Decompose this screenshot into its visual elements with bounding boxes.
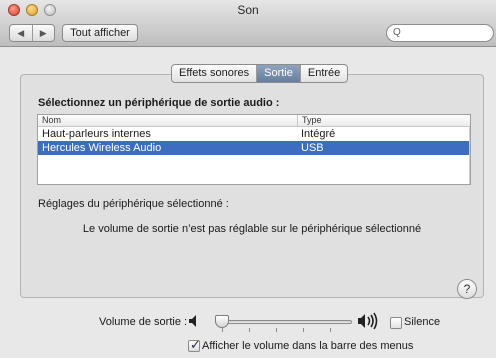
device-type: Intégré — [301, 128, 336, 140]
tab-output[interactable]: Sortie — [257, 65, 301, 82]
back-button[interactable]: ◀ — [10, 25, 33, 41]
device-settings-label: Réglages du périphérique sélectionné : — [38, 198, 229, 210]
column-header-name[interactable]: Nom — [38, 115, 297, 126]
speaker-low-icon — [189, 315, 196, 327]
search-icon: Q — [393, 27, 401, 38]
table-scrollbar[interactable] — [469, 127, 470, 184]
slider-tick — [303, 328, 304, 332]
volume-not-adjustable-note: Le volume de sortie n’est pas réglable s… — [82, 223, 422, 235]
speaker-high-icon — [358, 312, 378, 330]
slider-tick — [249, 328, 250, 332]
table-row[interactable]: Haut-parleurs internes Intégré — [38, 127, 470, 141]
show-volume-in-menubar-checkbox[interactable]: ✓ — [188, 337, 201, 352]
slider-tick — [222, 328, 223, 332]
show-volume-in-menubar-label: Afficher le volume dans la barre des men… — [202, 340, 414, 352]
column-header-type[interactable]: Type — [297, 115, 470, 126]
tab-input[interactable]: Entrée — [301, 65, 347, 82]
table-row-selected[interactable]: Hercules Wireless Audio USB — [38, 141, 470, 155]
forward-button[interactable]: ▶ — [33, 25, 55, 41]
title-bar: Son ◀ ▶ Tout afficher Q — [0, 0, 496, 47]
table-header: Nom Type — [38, 115, 470, 127]
search-field[interactable]: Q — [386, 24, 494, 42]
tab-sound-effects[interactable]: Effets sonores — [172, 65, 258, 82]
device-type: USB — [301, 142, 324, 154]
show-all-button[interactable]: Tout afficher — [62, 24, 138, 42]
help-button[interactable]: ? — [457, 279, 477, 299]
output-volume-slider[interactable] — [215, 320, 352, 324]
window-title: Son — [237, 3, 259, 17]
slider-tick — [330, 328, 331, 332]
volume-slider-knob[interactable] — [215, 315, 229, 328]
output-device-heading: Sélectionnez un périphérique de sortie a… — [38, 97, 280, 109]
slider-tick — [276, 328, 277, 332]
output-device-table[interactable]: Nom Type Haut-parleurs internes Intégré … — [37, 114, 471, 185]
back-forward-control: ◀ ▶ — [9, 24, 55, 42]
mute-checkbox[interactable] — [390, 317, 402, 329]
checkmark-icon: ✓ — [190, 337, 201, 352]
output-volume-label: Volume de sortie : — [99, 316, 188, 328]
device-name: Haut-parleurs internes — [42, 128, 151, 140]
mute-label: Silence — [404, 316, 441, 328]
tab-bar: Effets sonores Sortie Entrée — [171, 64, 349, 83]
device-name: Hercules Wireless Audio — [42, 142, 162, 154]
